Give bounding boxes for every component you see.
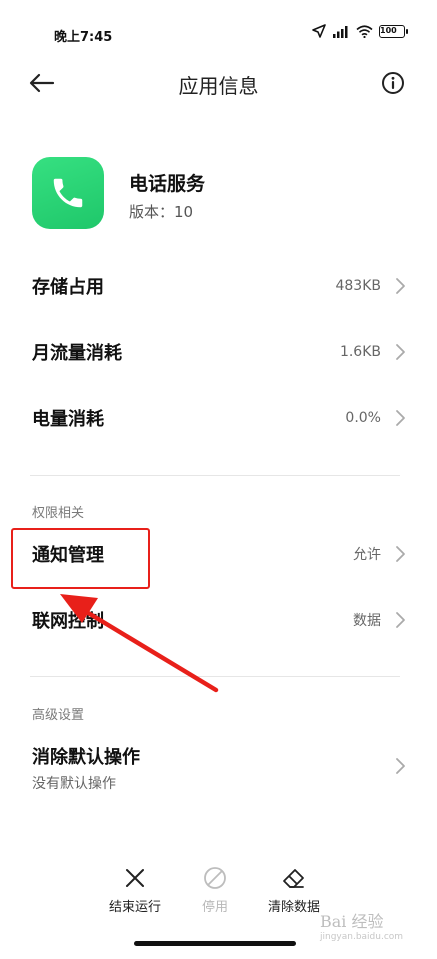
data-usage-row[interactable]: 月流量消耗 1.6KB — [0, 320, 437, 384]
clear-data-button[interactable]: 清除数据 — [254, 862, 334, 915]
battery-usage-row[interactable]: 电量消耗 0.0% — [0, 386, 437, 450]
chevron-right-icon — [396, 410, 405, 426]
disable-button[interactable]: 停用 — [175, 862, 255, 915]
app-version: 版本：10 — [129, 203, 194, 221]
signal-icon — [332, 25, 350, 38]
notification-management-row[interactable]: 通知管理 允许 — [0, 522, 437, 586]
action-label: 停用 — [201, 900, 228, 915]
eraser-icon — [283, 869, 304, 888]
wifi-icon — [356, 24, 373, 38]
force-stop-button[interactable]: 结束运行 — [95, 862, 175, 915]
row-label: 消除默认操作 — [32, 747, 140, 768]
page-title: 应用信息 — [178, 74, 259, 98]
title-bar: 应用信息 — [0, 58, 437, 108]
row-value: 0.0% — [345, 410, 381, 426]
info-circle-icon — [382, 72, 404, 94]
row-label: 月流量消耗 — [32, 343, 122, 364]
chevron-right-icon — [396, 344, 405, 360]
chevron-right-icon — [396, 612, 405, 628]
action-label: 结束运行 — [108, 900, 161, 915]
status-time: 晚上7:45 — [54, 30, 113, 45]
divider — [30, 676, 400, 677]
close-icon — [126, 869, 144, 887]
status-bar: 晚上7:45 100 — [0, 22, 437, 48]
row-value: 数据 — [353, 613, 381, 629]
row-value: 允许 — [353, 547, 381, 563]
row-sublabel: 没有默认操作 — [32, 776, 116, 792]
app-icon — [32, 157, 104, 229]
watermark-sub: jingyan.baidu.com — [320, 932, 404, 942]
row-value: 1.6KB — [339, 344, 381, 360]
chevron-right-icon — [396, 278, 405, 294]
home-indicator[interactable] — [134, 941, 296, 946]
location-icon — [312, 24, 326, 38]
app-name: 电话服务 — [129, 173, 206, 195]
action-label: 清除数据 — [267, 900, 320, 915]
app-header: 电话服务 版本：10 — [32, 157, 412, 232]
row-label: 通知管理 — [32, 545, 104, 566]
clear-defaults-row[interactable]: 消除默认操作 没有默认操作 — [0, 733, 437, 803]
status-icons: 100 — [312, 24, 408, 38]
info-button[interactable] — [379, 69, 407, 97]
chevron-right-icon — [396, 758, 405, 774]
block-icon — [204, 867, 226, 889]
row-label: 联网控制 — [32, 611, 104, 632]
network-control-row[interactable]: 联网控制 数据 — [0, 588, 437, 652]
phone-icon — [53, 178, 83, 208]
chevron-right-icon — [396, 546, 405, 562]
section-title-permissions: 权限相关 — [32, 506, 85, 521]
row-value: 483KB — [335, 278, 381, 294]
row-label: 电量消耗 — [32, 409, 104, 430]
annotation-arrow — [60, 594, 219, 693]
section-title-advanced: 高级设置 — [32, 708, 85, 723]
row-label: 存储占用 — [32, 277, 104, 298]
divider — [30, 475, 400, 476]
battery-icon: 100 — [379, 24, 408, 38]
storage-row[interactable]: 存储占用 483KB — [0, 254, 437, 318]
bottom-action-bar: 结束运行 停用 清除数据 — [0, 862, 437, 922]
